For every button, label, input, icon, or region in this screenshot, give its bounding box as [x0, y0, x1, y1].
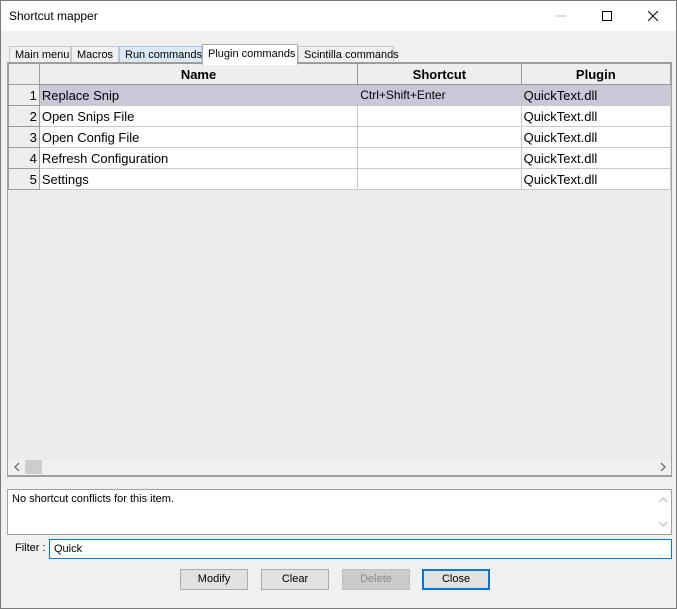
table-row[interactable]: 3 Open Config File QuickText.dll — [8, 126, 671, 148]
row-number: 2 — [8, 105, 40, 127]
scroll-left-icon[interactable] — [8, 459, 25, 475]
close-button[interactable]: Close — [422, 569, 490, 590]
table-row[interactable]: 4 Refresh Configuration QuickText.dll — [8, 147, 671, 169]
column-header-name[interactable]: Name — [38, 63, 359, 85]
scroll-up-icon[interactable] — [654, 492, 671, 508]
row-number: 4 — [8, 147, 40, 169]
filter-input[interactable] — [49, 539, 672, 559]
command-name-cell[interactable]: Settings — [38, 168, 359, 190]
table-header-row: Name Shortcut Plugin — [8, 63, 671, 85]
plugin-cell[interactable]: QuickText.dll — [520, 126, 671, 148]
delete-button[interactable]: Delete — [342, 569, 410, 590]
row-number: 5 — [8, 168, 40, 190]
shortcut-cell[interactable]: Ctrl+Shift+Enter — [357, 84, 522, 106]
table-row[interactable]: 5 Settings QuickText.dll — [8, 168, 671, 190]
close-icon — [648, 11, 658, 21]
filter-label: Filter : — [15, 542, 46, 554]
shortcut-grid[interactable]: Name Shortcut Plugin 1 Replace Snip Ctrl… — [7, 62, 672, 477]
command-name-cell[interactable]: Replace Snip — [38, 84, 359, 106]
maximize-icon — [602, 11, 612, 21]
minimize-icon — [556, 15, 566, 17]
conflict-info-box: No shortcut conflicts for this item. — [7, 489, 672, 535]
dialog-client-area: Main menu Macros Run commands Plugin com… — [1, 31, 676, 608]
shortcut-table: Name Shortcut Plugin 1 Replace Snip Ctrl… — [8, 63, 671, 190]
scroll-right-icon[interactable] — [654, 459, 671, 475]
row-number: 1 — [8, 84, 40, 106]
plugin-cell[interactable]: QuickText.dll — [520, 147, 671, 169]
title-bar: Shortcut mapper — [1, 1, 676, 31]
shortcut-cell[interactable] — [357, 147, 522, 169]
column-header-corner — [8, 63, 40, 85]
tab-plugin-commands[interactable]: Plugin commands — [202, 44, 298, 65]
horizontal-scrollbar[interactable] — [7, 459, 672, 476]
shortcut-cell[interactable] — [357, 168, 522, 190]
shortcut-cell[interactable] — [357, 105, 522, 127]
table-row[interactable]: 2 Open Snips File QuickText.dll — [8, 105, 671, 127]
clear-button[interactable]: Clear — [261, 569, 329, 590]
command-name-cell[interactable]: Refresh Configuration — [38, 147, 359, 169]
shortcut-mapper-window: Shortcut mapper Main menu Macros Run com… — [0, 0, 677, 609]
close-window-button[interactable] — [630, 1, 676, 31]
modify-button[interactable]: Modify — [180, 569, 248, 590]
table-row[interactable]: 1 Replace Snip Ctrl+Shift+Enter QuickTex… — [8, 84, 671, 106]
conflict-scrollbar[interactable] — [654, 490, 671, 534]
scrollbar-thumb[interactable] — [25, 460, 42, 474]
row-number: 3 — [8, 126, 40, 148]
shortcut-cell[interactable] — [357, 126, 522, 148]
window-title: Shortcut mapper — [9, 9, 98, 23]
command-name-cell[interactable]: Open Config File — [38, 126, 359, 148]
plugin-cell[interactable]: QuickText.dll — [520, 105, 671, 127]
scroll-down-icon[interactable] — [654, 516, 671, 532]
plugin-cell[interactable]: QuickText.dll — [520, 168, 671, 190]
command-name-cell[interactable]: Open Snips File — [38, 105, 359, 127]
column-header-shortcut[interactable]: Shortcut — [357, 63, 522, 85]
plugin-cell[interactable]: QuickText.dll — [520, 84, 671, 106]
minimize-button[interactable] — [538, 1, 584, 31]
column-header-plugin[interactable]: Plugin — [520, 63, 671, 85]
maximize-button[interactable] — [584, 1, 630, 31]
conflict-message: No shortcut conflicts for this item. — [12, 493, 174, 505]
